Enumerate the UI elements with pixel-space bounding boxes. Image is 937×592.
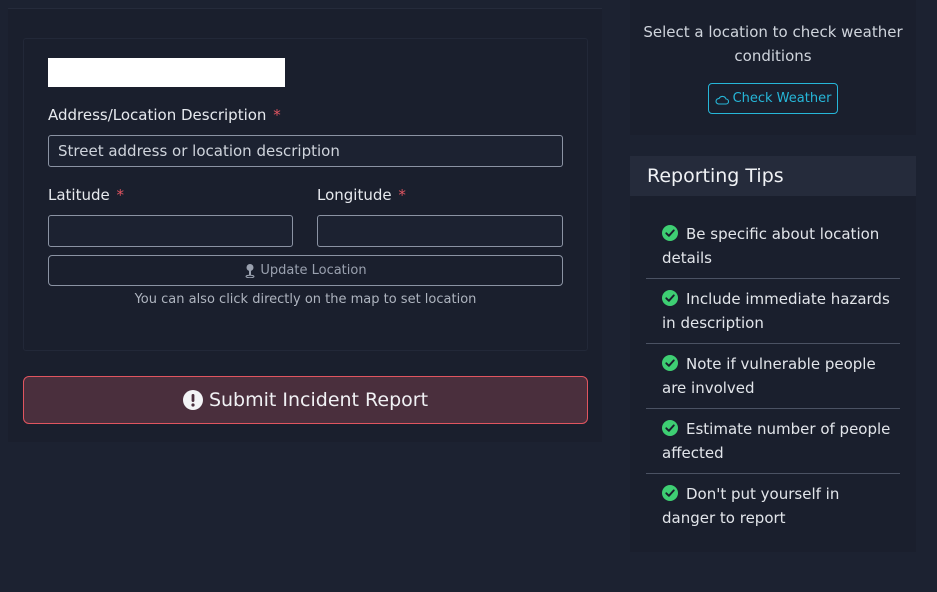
- map-pin-icon: [244, 263, 256, 279]
- submit-incident-label: Submit Incident Report: [208, 389, 429, 411]
- tips-list: Be specific about location details Inclu…: [646, 214, 900, 539]
- address-label-text: Address/Location Description: [48, 106, 267, 124]
- tip-text: Note if vulnerable people are involved: [662, 355, 876, 397]
- update-location-label: Update Location: [260, 263, 367, 278]
- tip-item: Note if vulnerable people are involved: [646, 344, 900, 409]
- tip-text: Estimate number of people affected: [662, 420, 891, 462]
- latitude-label: Latitude *: [48, 186, 124, 204]
- tip-item: Estimate number of people affected: [646, 409, 900, 474]
- longitude-input[interactable]: [317, 215, 563, 247]
- latitude-label-text: Latitude: [48, 186, 110, 204]
- tips-title: Reporting Tips: [630, 156, 916, 196]
- tip-text: Include immediate hazards in description: [662, 290, 890, 332]
- required-marker: *: [116, 186, 125, 204]
- check-circle-icon: [662, 289, 678, 306]
- check-circle-icon: [662, 354, 678, 371]
- check-circle-icon: [662, 419, 678, 436]
- latitude-input[interactable]: [48, 215, 293, 247]
- address-input[interactable]: [48, 135, 563, 167]
- tip-item: Be specific about location details: [646, 214, 900, 279]
- page: Location Information Address/Location De…: [0, 0, 937, 592]
- tip-text: Don't put yourself in danger to report: [662, 485, 840, 527]
- alert-circle-icon: [182, 390, 203, 410]
- tip-item: Don't put yourself in danger to report: [646, 474, 900, 539]
- check-circle-icon: [662, 224, 678, 241]
- longitude-label-text: Longitude: [317, 186, 392, 204]
- weather-prompt: Select a location to check weather condi…: [643, 23, 903, 65]
- required-marker: *: [273, 106, 281, 124]
- tip-text: Be specific about location details: [662, 225, 880, 267]
- cloud-icon: [715, 94, 729, 105]
- tip-item: Include immediate hazards in description: [646, 279, 900, 344]
- longitude-label: Longitude *: [317, 186, 406, 204]
- required-marker: *: [398, 186, 406, 204]
- update-location-button[interactable]: Update Location: [48, 255, 563, 286]
- check-weather-label: Check Weather: [732, 91, 832, 106]
- map-click-hint: You can also click directly on the map t…: [134, 292, 477, 307]
- check-circle-icon: [662, 484, 678, 501]
- check-weather-button[interactable]: Check Weather: [708, 83, 838, 114]
- address-label: Address/Location Description *: [48, 106, 281, 124]
- location-card-title: Location Information: [48, 58, 285, 87]
- submit-incident-button[interactable]: Submit Incident Report: [23, 376, 588, 424]
